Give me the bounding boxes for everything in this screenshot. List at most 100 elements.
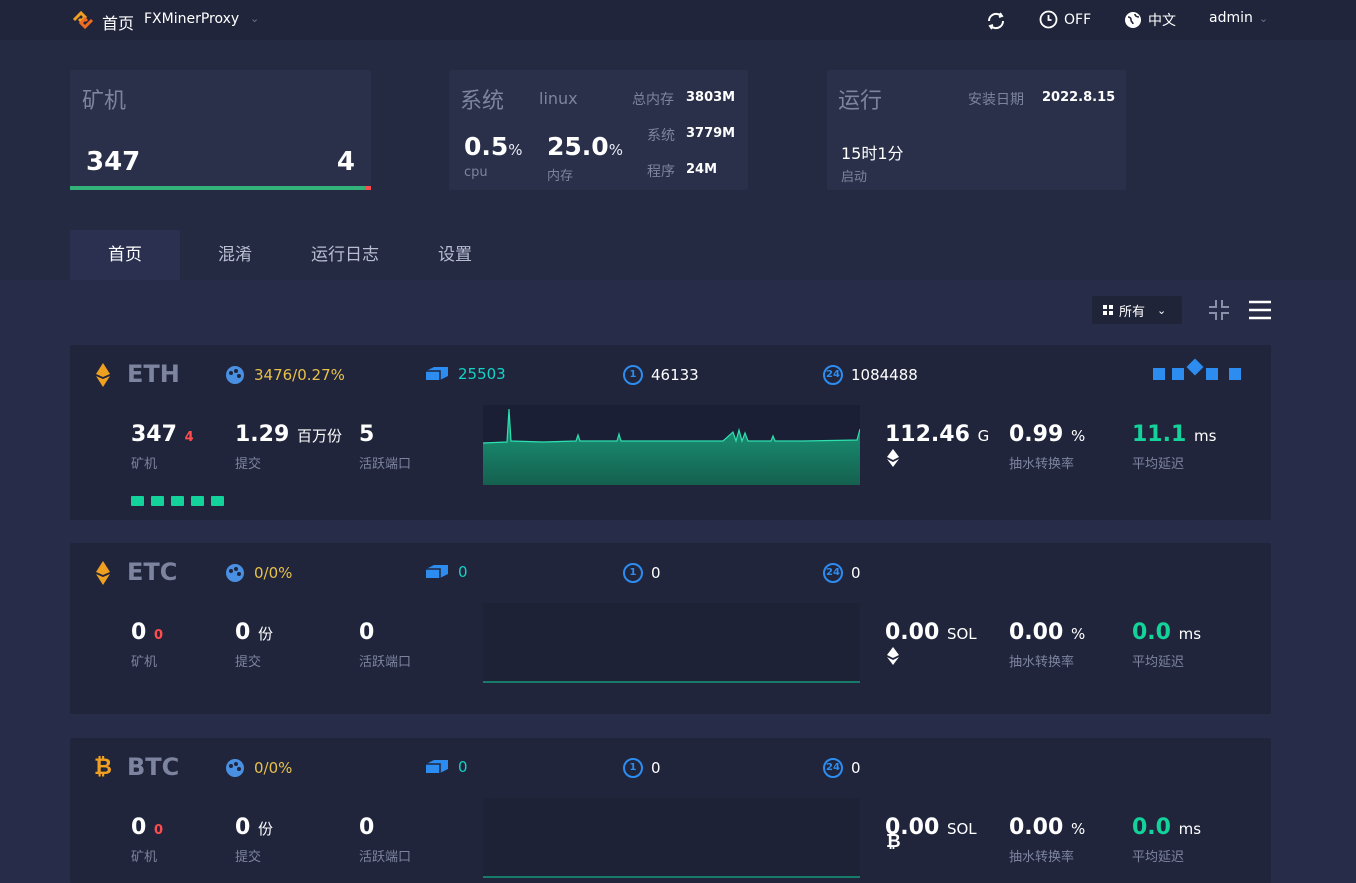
pool-icon [226, 759, 244, 777]
ethereum-icon [887, 647, 899, 665]
os-name: linux [539, 89, 578, 108]
loading-icon [1153, 358, 1243, 383]
chevron-down-icon: ⌄ [1157, 303, 1167, 317]
fee-rate: 0.99 % [1009, 422, 1086, 447]
coin-card-eth[interactable]: ETH 3476/0.27% 25503 1 46133 24 1084488 347 4 矿机… [70, 345, 1271, 520]
submit-label: 提交 [235, 655, 262, 670]
chevron-down-icon[interactable]: ⌄ [250, 12, 259, 25]
one-hour-icon: 1 [623, 758, 643, 778]
indicator-dot [191, 496, 204, 506]
online-bar [70, 186, 365, 190]
day-stat: 24 0 [823, 563, 861, 583]
latency: 0.0 ms [1132, 815, 1202, 840]
card-title: 矿机 [82, 89, 127, 114]
coin-name: BTC [127, 753, 180, 781]
latency-label: 平均延迟 [1132, 457, 1185, 472]
uptime: 15时1分 [841, 144, 904, 163]
ethereum-icon [96, 363, 110, 387]
one-hour-icon: 1 [623, 365, 643, 385]
latency: 0.0 ms [1132, 620, 1202, 645]
language-label: 中文 [1148, 13, 1176, 29]
home-link[interactable]: 首页 [102, 10, 134, 34]
sys-mem: 3779M [686, 126, 736, 141]
hashrate: 112.46 G [885, 422, 990, 447]
day-stat: 24 0 [823, 758, 861, 778]
tab-obfuscation[interactable]: 混淆 [180, 230, 290, 280]
hashrate-chart [483, 405, 860, 485]
pool-stat: 3476/0.27% [224, 365, 345, 385]
coin-card-etc[interactable]: ETC 0/0% 0 1 0 24 0 0 0 矿机 0 份提交 0 活跃端口 0.00 SOL 0.00… [70, 543, 1271, 714]
miners-label: 矿机 [131, 850, 158, 865]
ethereum-icon [887, 449, 899, 467]
fee-rate-label: 抽水转换率 [1009, 457, 1075, 472]
card-title: 运行 [838, 89, 883, 114]
day-stat: 24 1084488 [823, 365, 918, 385]
user-menu[interactable]: admin ⌄ [1209, 10, 1268, 26]
run-card: 运行 安装日期 2022.8.15 15时1分 启动 [827, 70, 1126, 190]
hashrate-chart [483, 603, 860, 683]
submit-count: 0 份 [235, 620, 273, 645]
miners-count: 0 0 [131, 815, 164, 840]
install-date: 2022.8.15 [1042, 90, 1116, 105]
coin-filter-select[interactable]: 所有 ⌄ [1092, 296, 1182, 324]
timer-state: OFF [1064, 11, 1092, 28]
mem-label: 内存 [547, 169, 574, 184]
submit-count: 1.29 百万份 [235, 422, 342, 447]
hashrate-chart [483, 798, 860, 878]
pool-stat: 0/0% [224, 563, 292, 583]
pool-stat: 0/0% [224, 758, 292, 778]
fee-rate-label: 抽水转换率 [1009, 655, 1075, 670]
miners-label: 矿机 [131, 457, 158, 472]
ports-count: 0 [359, 620, 375, 645]
miners-card: 矿机 347 4 [70, 70, 371, 190]
filter-label: 所有 [1119, 304, 1146, 320]
submit-count: 0 份 [235, 815, 273, 840]
globe-icon [1125, 12, 1141, 28]
hour-stat: 1 46133 [623, 365, 699, 385]
shares-stat: 0 [424, 563, 468, 581]
bitcoin-icon: ₿ [886, 831, 901, 852]
ports-label: 活跃端口 [359, 457, 412, 472]
latency-label: 平均延迟 [1132, 850, 1185, 865]
latency: 11.1 ms [1132, 422, 1217, 447]
indicator-dot [171, 496, 184, 506]
hour-stat: 10 [623, 758, 661, 778]
miners-count: 0 0 [131, 620, 164, 645]
shares-stat: 25503 [424, 365, 506, 383]
coin-name: ETH [127, 360, 180, 388]
tab-logs[interactable]: 运行日志 [290, 230, 400, 280]
ports-label: 活跃端口 [359, 850, 412, 865]
prog-mem: 24M [686, 162, 718, 177]
ethereum-icon [96, 561, 110, 585]
prog-mem-label: 程序 [647, 164, 675, 180]
offline-count: 4 [336, 147, 355, 177]
top-bar: 首页 FXMinerProxy ⌄ OFF 中文 admin ⌄ [0, 0, 1356, 40]
language-select[interactable]: 中文 [1124, 10, 1176, 30]
logo-icon [72, 10, 94, 30]
indicator-dot [211, 496, 224, 506]
coin-card-btc[interactable]: ₿ BTC 0/0% 0 1 0 24 0 0 0 矿机 0 份提交 0 活跃端口 0.00 SOL ₿ 0.… [70, 738, 1271, 883]
shares-stat: 0 [424, 758, 468, 776]
compress-icon[interactable] [1208, 299, 1230, 321]
menu-icon[interactable] [1248, 299, 1272, 321]
one-hour-icon: 1 [623, 563, 643, 583]
ports-label: 活跃端口 [359, 655, 412, 670]
miners-count: 347 4 [131, 422, 194, 447]
24-hour-icon: 24 [823, 563, 843, 583]
24-hour-icon: 24 [823, 365, 843, 385]
card-title: 系统 [460, 89, 505, 114]
server-icon [426, 760, 448, 773]
online-count: 347 [86, 147, 141, 177]
hour-stat: 10 [623, 563, 661, 583]
refresh-button[interactable] [985, 10, 1007, 32]
ports-count: 5 [359, 422, 375, 447]
tab-home[interactable]: 首页 [70, 230, 180, 280]
tab-settings[interactable]: 设置 [400, 230, 510, 280]
latency-label: 平均延迟 [1132, 655, 1185, 670]
miners-label: 矿机 [131, 655, 158, 670]
coin-name: ETC [127, 558, 178, 586]
timer-toggle[interactable]: OFF [1039, 10, 1091, 29]
submit-label: 提交 [235, 850, 262, 865]
username: admin [1209, 10, 1253, 26]
app-name[interactable]: FXMinerProxy [144, 11, 239, 27]
